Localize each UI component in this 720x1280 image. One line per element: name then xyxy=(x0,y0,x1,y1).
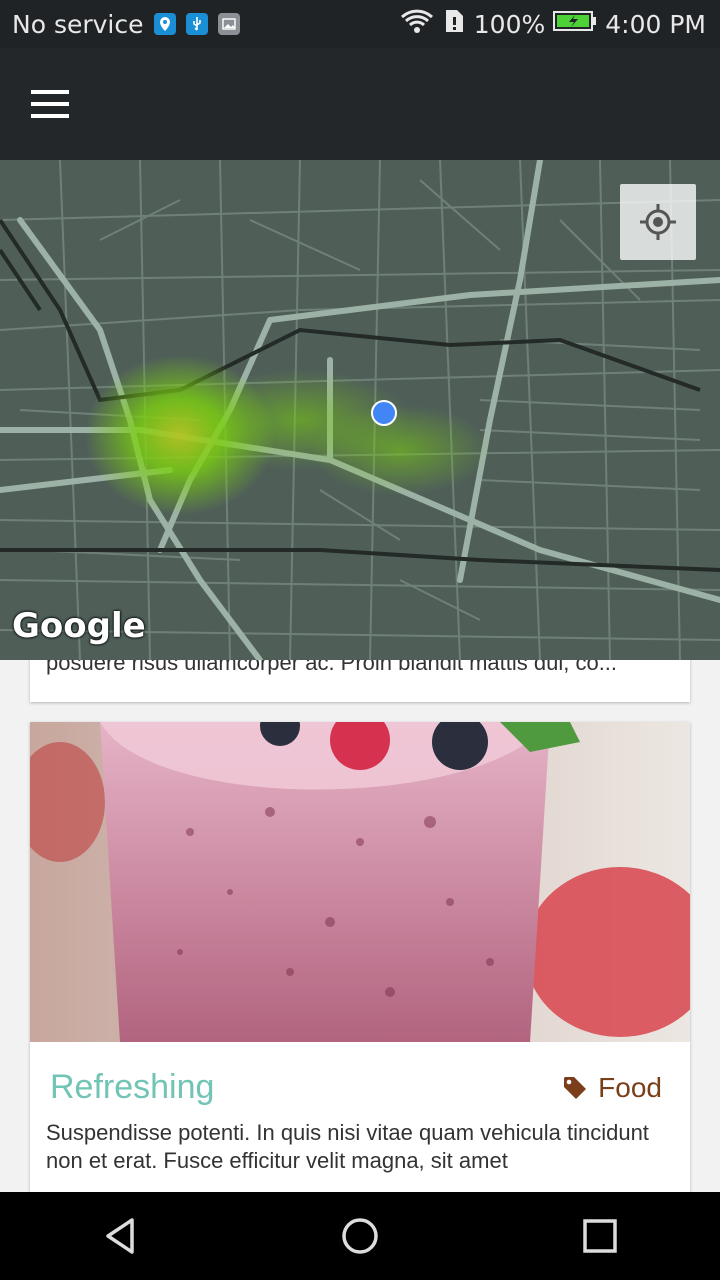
previous-card-text: posuere risus ullamcorper ac. Proin blan… xyxy=(46,660,618,675)
carrier-text: No service xyxy=(12,9,144,39)
map-view[interactable]: Google xyxy=(0,160,720,660)
usb-icon xyxy=(185,13,208,35)
home-button[interactable] xyxy=(320,1196,400,1276)
recents-icon xyxy=(583,1219,617,1253)
user-location-dot xyxy=(371,400,397,426)
google-attribution: Google xyxy=(12,606,146,646)
card-tag[interactable]: Food xyxy=(562,1072,662,1104)
card-title: Refreshing xyxy=(50,1068,215,1106)
my-location-icon xyxy=(640,204,676,240)
home-icon xyxy=(342,1218,378,1254)
status-bar: No service 100% 4:00 PM xyxy=(0,0,720,48)
card-tag-label: Food xyxy=(598,1071,662,1103)
battery-charging-icon xyxy=(553,9,597,39)
feed-list[interactable]: posuere risus ullamcorper ac. Proin blan… xyxy=(0,660,720,1192)
back-icon xyxy=(106,1218,134,1254)
map-streets xyxy=(0,160,720,660)
previous-card[interactable]: posuere risus ullamcorper ac. Proin blan… xyxy=(30,660,690,702)
tag-icon xyxy=(564,1076,587,1099)
my-location-button[interactable] xyxy=(620,184,696,260)
recents-button[interactable] xyxy=(560,1196,640,1276)
sim-alert-icon xyxy=(442,8,466,40)
time-text: 4:00 PM xyxy=(605,9,706,39)
location-icon xyxy=(153,13,176,35)
post-card[interactable]: Refreshing Food Suspendisse potenti. In … xyxy=(30,722,690,1192)
wifi-icon xyxy=(400,8,434,40)
battery-text: 100% xyxy=(473,9,546,39)
image-icon xyxy=(217,13,240,35)
back-button[interactable] xyxy=(80,1196,160,1276)
card-image[interactable] xyxy=(30,722,690,1042)
hamburger-menu-icon[interactable] xyxy=(22,76,78,132)
system-nav-bar xyxy=(0,1192,720,1280)
card-body: Suspendisse potenti. In quis nisi vitae … xyxy=(46,1120,649,1173)
app-bar xyxy=(0,48,720,160)
